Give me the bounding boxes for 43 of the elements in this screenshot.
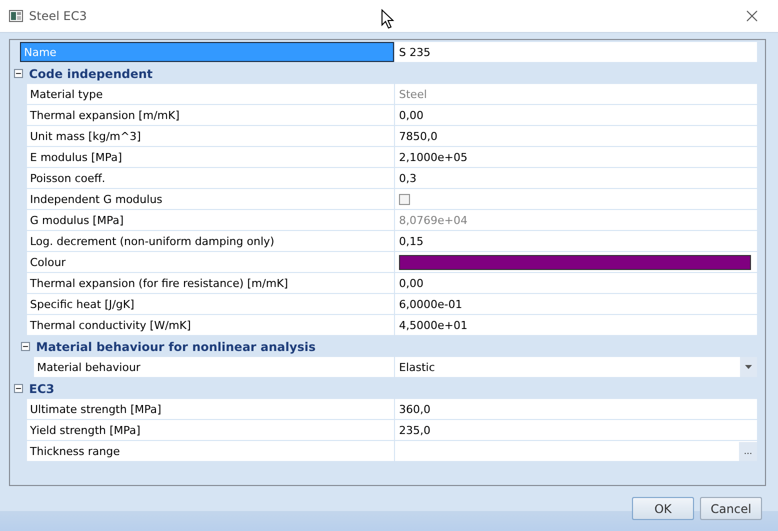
property-label[interactable]: Independent G modulus xyxy=(27,189,394,209)
property-label[interactable]: Poisson coeff. xyxy=(27,168,394,188)
value-field[interactable]: 2,1000e+05 xyxy=(395,147,757,167)
property-label[interactable]: Yield strength [MPa] xyxy=(27,420,394,440)
property-label[interactable]: E modulus [MPa] xyxy=(27,147,394,167)
value-field[interactable]: 235,0 xyxy=(395,420,757,440)
value-field[interactable]: S 235 xyxy=(395,42,757,62)
colour-swatch[interactable] xyxy=(399,254,751,270)
value-field: Steel xyxy=(395,84,757,104)
dropdown-field[interactable]: Elastic xyxy=(395,357,757,377)
property-label[interactable]: Thermal conductivity [W/mK] xyxy=(27,315,394,335)
value-field[interactable]: 6,0000e-01 xyxy=(395,294,757,314)
window-title: Steel EC3 xyxy=(29,9,87,23)
close-icon xyxy=(746,10,758,22)
property-label[interactable]: Ultimate strength [MPa] xyxy=(27,399,394,419)
group-header: EC3 xyxy=(29,382,54,396)
property-label[interactable]: Log. decrement (non-uniform damping only) xyxy=(27,231,394,251)
property-label[interactable]: Thermal expansion [m/mK] xyxy=(27,105,394,125)
collapse-toggle[interactable] xyxy=(14,384,23,393)
property-label[interactable]: Unit mass [kg/m^3] xyxy=(27,126,394,146)
value-field: 8,0769e+04 xyxy=(395,210,757,230)
value-field[interactable]: 0,00 xyxy=(395,105,757,125)
collapse-toggle[interactable] xyxy=(14,69,23,78)
property-label[interactable]: Material behaviour xyxy=(34,357,394,377)
value-field[interactable]: 0,3 xyxy=(395,168,757,188)
property-label[interactable]: Thickness range xyxy=(27,441,394,461)
app-icon xyxy=(9,10,23,22)
collapse-toggle[interactable] xyxy=(21,342,30,351)
value-field[interactable]: 4,5000e+01 xyxy=(395,315,757,335)
property-label[interactable]: Colour xyxy=(27,252,394,272)
cancel-button[interactable]: Cancel xyxy=(700,497,762,520)
value-field[interactable]: 7850,0 xyxy=(395,126,757,146)
mouse-pointer-icon xyxy=(381,9,395,29)
checkbox[interactable] xyxy=(399,194,410,204)
value-field[interactable]: 0,15 xyxy=(395,231,757,251)
property-label[interactable]: Specific heat [J/gK] xyxy=(27,294,394,314)
ok-button[interactable]: OK xyxy=(632,497,694,520)
value-field[interactable]: 360,0 xyxy=(395,399,757,419)
ellipsis-button[interactable]: ... xyxy=(739,442,757,461)
property-label[interactable]: Thermal expansion (for fire resistance) [m/mK] xyxy=(27,273,394,293)
value-field[interactable]: 0,00 xyxy=(395,273,757,293)
group-header: Code independent xyxy=(29,66,153,80)
group-header: Material behaviour for nonlinear analysis xyxy=(36,340,316,354)
